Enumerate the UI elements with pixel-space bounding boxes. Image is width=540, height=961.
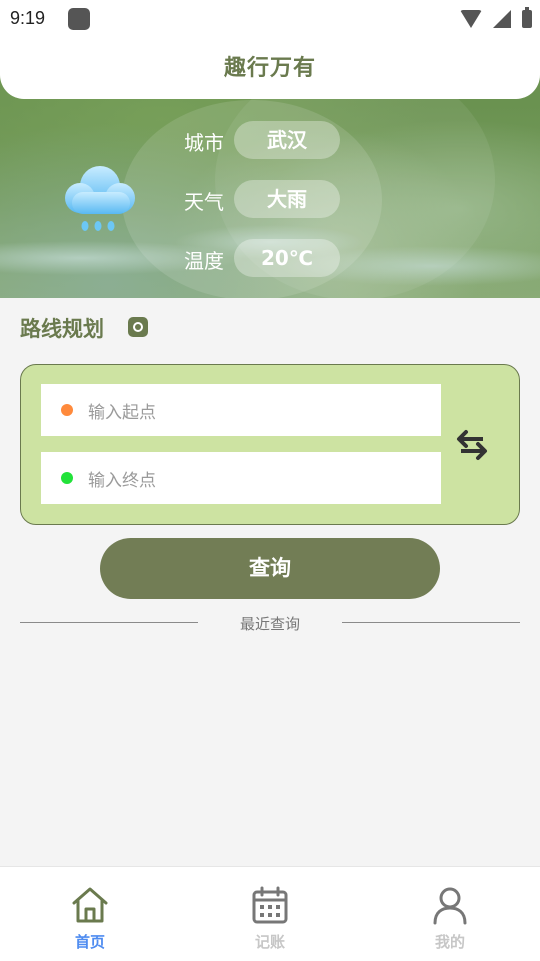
nav-item-home[interactable]: 首页 bbox=[0, 867, 180, 961]
app-header: 趣行万有 bbox=[0, 38, 540, 99]
end-dot-icon bbox=[61, 472, 73, 484]
app-notification-icon bbox=[68, 8, 90, 30]
page-title: 趣行万有 bbox=[223, 56, 316, 81]
nav-item-profile[interactable]: 我的 bbox=[360, 867, 540, 961]
city-value: 武汉 bbox=[234, 121, 340, 159]
nav-item-accounting[interactable]: 记账 bbox=[180, 867, 360, 961]
bottom-nav: 首页 记账 我的 bbox=[0, 866, 540, 961]
user-icon bbox=[433, 887, 467, 925]
status-icons bbox=[454, 6, 532, 30]
signal-icon bbox=[492, 9, 511, 28]
query-button[interactable]: 查询 bbox=[100, 538, 440, 599]
end-point-input[interactable]: 输入终点 bbox=[41, 452, 441, 504]
calendar-icon bbox=[252, 886, 288, 924]
target-icon bbox=[128, 317, 148, 337]
start-point-input[interactable]: 输入起点 bbox=[41, 384, 441, 436]
city-label: 城市 bbox=[184, 131, 224, 155]
nav-label-accounting: 记账 bbox=[254, 933, 285, 951]
status-time: 9:19 bbox=[10, 8, 46, 28]
weather-value: 大雨 bbox=[234, 180, 340, 218]
route-planning-title: 路线规划 bbox=[20, 317, 104, 341]
temperature-label: 温度 bbox=[184, 249, 224, 273]
nav-label-home: 首页 bbox=[74, 933, 105, 951]
start-placeholder: 输入起点 bbox=[88, 403, 156, 423]
route-card: 输入起点 输入终点 bbox=[20, 364, 520, 525]
weather-label: 天气 bbox=[184, 190, 224, 214]
wifi-icon bbox=[459, 9, 482, 28]
end-placeholder: 输入终点 bbox=[88, 471, 156, 491]
status-bar: 9:19 bbox=[0, 0, 540, 38]
home-icon bbox=[72, 887, 108, 923]
nav-label-profile: 我的 bbox=[434, 933, 465, 951]
temperature-value: 20℃ bbox=[234, 239, 340, 277]
swap-icon[interactable] bbox=[453, 427, 491, 463]
rain-cloud-icon bbox=[65, 166, 135, 231]
start-dot-icon bbox=[61, 404, 73, 416]
recent-queries-label: 最近查询 bbox=[239, 615, 300, 633]
battery-icon bbox=[522, 6, 532, 28]
